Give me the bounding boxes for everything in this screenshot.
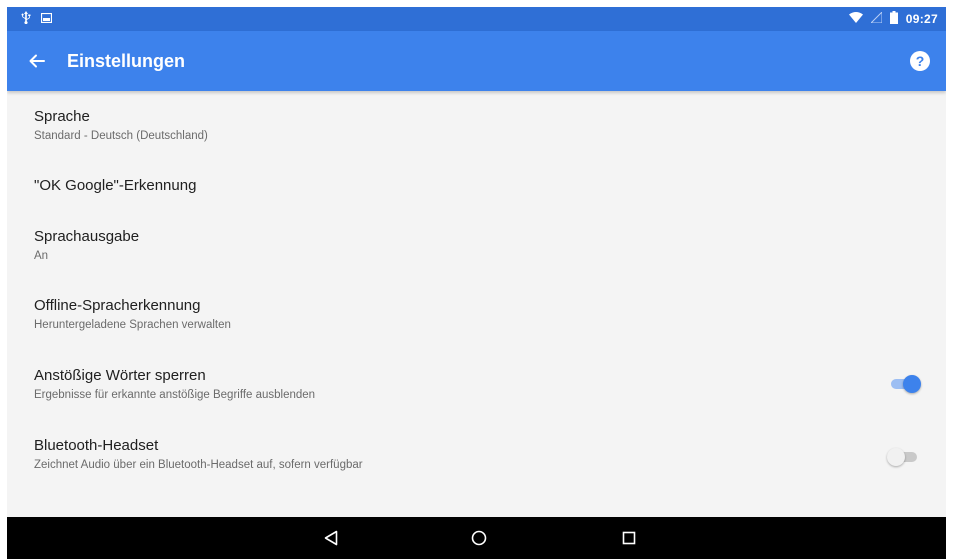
setting-item-sprachausgabe[interactable]: Sprachausgabe An <box>7 228 946 290</box>
setting-item-bluetooth-headset[interactable]: Bluetooth-Headset Zeichnet Audio über ei… <box>7 437 946 499</box>
status-bar: 09:27 <box>7 7 946 31</box>
arrow-left-icon <box>29 54 45 68</box>
toggle-thumb <box>887 448 905 466</box>
back-triangle-icon <box>324 530 338 546</box>
navigation-bar <box>7 517 946 559</box>
usb-icon <box>21 11 31 27</box>
setting-summary: Heruntergeladene Sprachen verwalten <box>34 319 231 331</box>
settings-list: Sprache Standard - Deutsch (Deutschland)… <box>7 91 946 517</box>
back-button[interactable] <box>27 51 47 71</box>
battery-icon <box>889 11 898 27</box>
setting-title: Sprache <box>34 108 90 125</box>
setting-summary: Zeichnet Audio über ein Bluetooth-Headse… <box>34 459 363 471</box>
setting-title: Bluetooth-Headset <box>34 437 159 454</box>
setting-title: Offline-Spracherkennung <box>34 297 201 314</box>
status-left <box>21 11 53 27</box>
toggle-thumb <box>903 375 921 393</box>
setting-title: Sprachausgabe <box>34 228 140 245</box>
nav-back-button[interactable] <box>319 526 343 550</box>
nav-recents-button[interactable] <box>617 526 641 550</box>
signal-icon <box>869 10 883 26</box>
setting-item-offline-spracherkennung[interactable]: Offline-Spracherkennung Heruntergeladene… <box>7 297 946 359</box>
status-right: 09:27 <box>848 10 938 27</box>
setting-summary: Standard - Deutsch (Deutschland) <box>34 130 208 142</box>
page-title: Einstellungen <box>67 50 186 71</box>
setting-title: "OK Google"-Erkennung <box>34 177 197 194</box>
wifi-icon <box>848 12 863 26</box>
screenshot-icon <box>40 12 53 26</box>
home-circle-icon <box>471 530 487 546</box>
setting-item-anstoessige-woerter[interactable]: Anstößige Wörter sperren Ergebnisse für … <box>7 367 946 429</box>
bluetooth-headset-toggle[interactable] <box>885 447 921 467</box>
help-icon: ? <box>915 53 925 69</box>
setting-summary: An <box>34 250 49 262</box>
setting-title: Anstößige Wörter sperren <box>34 367 206 384</box>
setting-item-sprache[interactable]: Sprache Standard - Deutsch (Deutschland) <box>7 108 946 170</box>
offensive-words-toggle[interactable] <box>887 374 923 394</box>
app-bar: Einstellungen ? <box>7 31 946 91</box>
help-button[interactable]: ? <box>910 51 930 71</box>
setting-summary: Ergebnisse für erkannte anstößige Begrif… <box>34 389 316 401</box>
status-time: 09:27 <box>905 12 938 26</box>
nav-home-button[interactable] <box>467 526 491 550</box>
recents-square-icon <box>622 531 636 545</box>
device-screen: 09:27 Einstellungen ? Sprache Standard -… <box>7 7 946 559</box>
